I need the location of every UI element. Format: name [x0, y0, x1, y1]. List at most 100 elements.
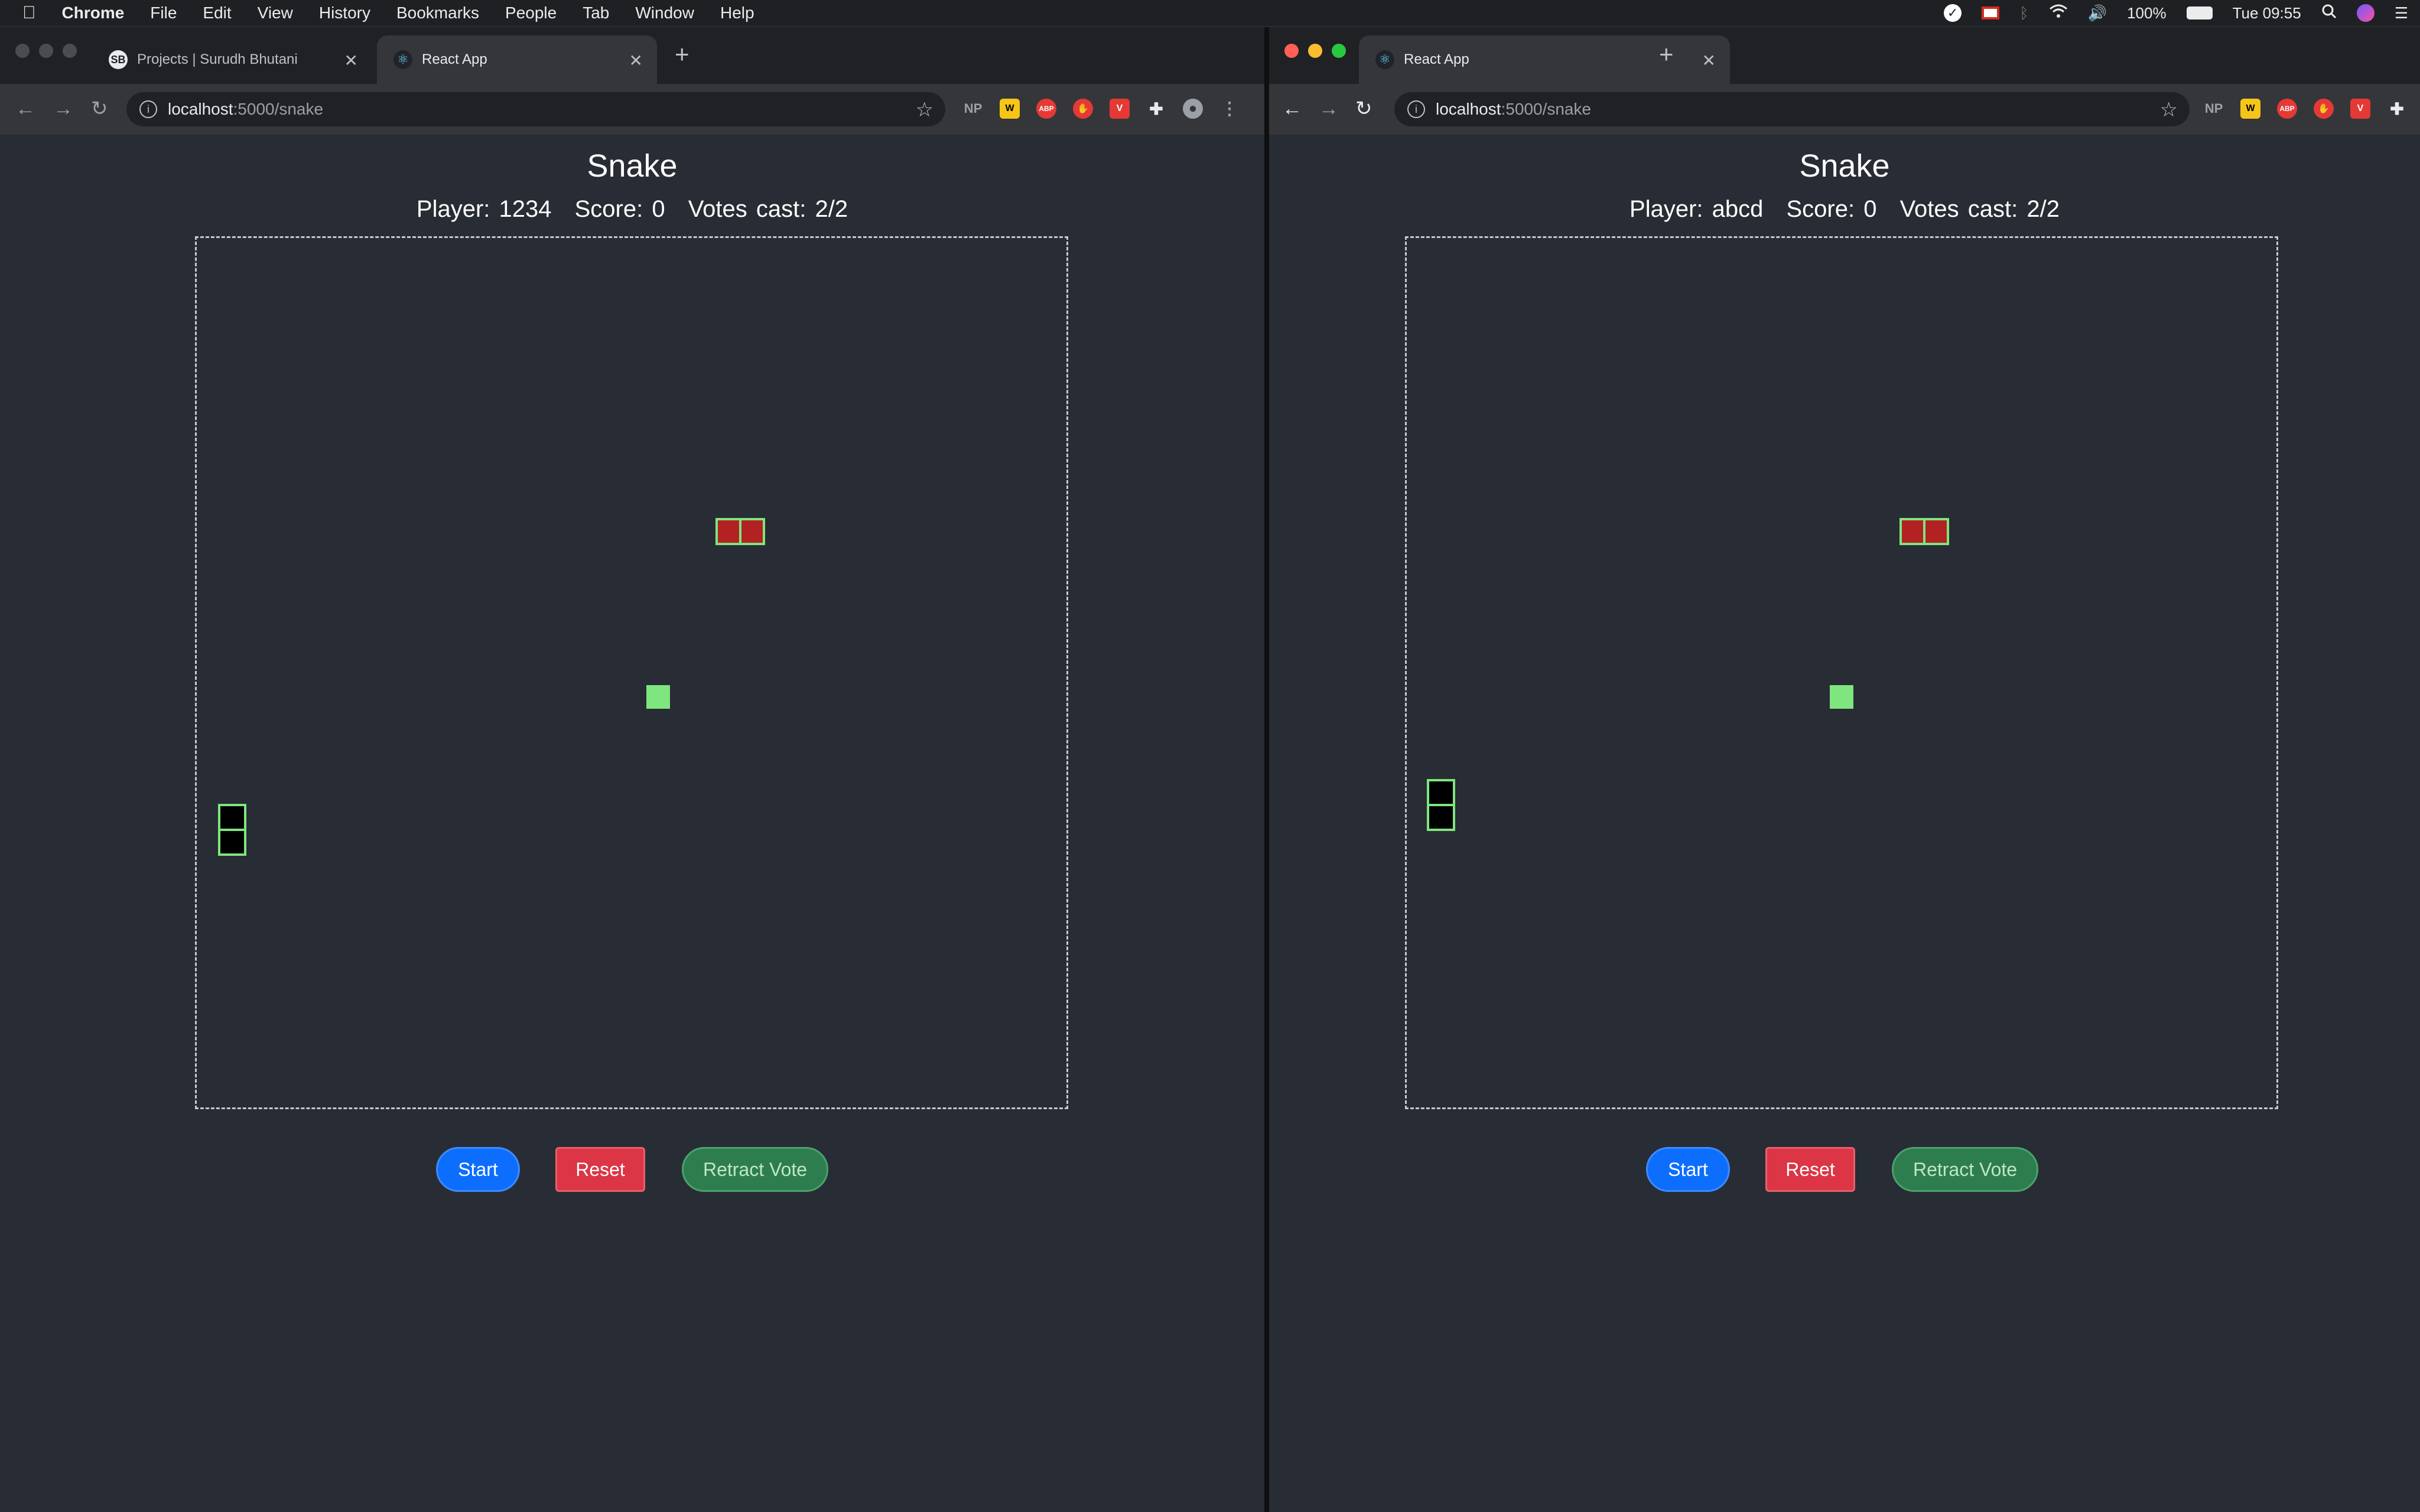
stop-hand-extension-icon[interactable]: ✋ [2314, 99, 2334, 119]
player-label: Player: abcd [1629, 196, 1764, 222]
game-title: Snake [1799, 148, 1890, 184]
reload-icon[interactable]: ↻ [91, 97, 108, 120]
retract-vote-button[interactable]: Retract Vote [682, 1147, 828, 1192]
zoom-window-button[interactable] [1332, 44, 1346, 58]
address-bar[interactable]: i localhost:5000/snake ☆ [1394, 92, 2190, 126]
bookmark-star-icon[interactable]: ☆ [916, 98, 933, 122]
back-arrow-icon[interactable]: ← [1282, 97, 1302, 120]
minimize-window-button[interactable] [1308, 44, 1322, 58]
bookmark-star-icon[interactable]: ☆ [2160, 98, 2178, 122]
profile-avatar-icon[interactable]: ● [1183, 99, 1203, 119]
score-label: Score: 0 [1786, 196, 1877, 222]
tab-label: React App [422, 51, 487, 67]
v-extension-icon[interactable]: V [2350, 99, 2370, 119]
menu-help[interactable]: Help [720, 4, 754, 22]
back-arrow-icon[interactable]: ← [15, 97, 35, 120]
notification-center-icon[interactable]: ☰ [2395, 4, 2408, 22]
react-favicon-icon: ⚛ [393, 50, 412, 69]
score-label: Score: 0 [574, 196, 665, 222]
tab-strip: SB Projects | Surudh Bhutani ✕ ⚛ React A… [0, 27, 1264, 84]
red-apple-cell [739, 518, 765, 545]
v-extension-icon[interactable]: V [1110, 99, 1130, 119]
clock[interactable]: Tue 09:55 [2233, 4, 2301, 22]
new-tab-button[interactable]: + [675, 42, 689, 67]
snake-segment [218, 829, 246, 856]
zoom-window-button[interactable] [63, 44, 77, 58]
chrome-menu-icon[interactable]: ⋮ [1219, 99, 1240, 119]
tab-react-app[interactable]: ⚛ React App ✕ [377, 35, 657, 84]
game-board[interactable] [1405, 236, 2278, 1109]
menu-view[interactable]: View [258, 4, 293, 22]
new-tab-button[interactable]: + [1659, 42, 1674, 67]
np-extension-icon[interactable]: NP [963, 99, 983, 119]
forward-arrow-icon[interactable]: → [53, 97, 73, 120]
start-button[interactable]: Start [436, 1147, 520, 1192]
apple-icon[interactable]:  [22, 3, 36, 23]
w-extension-icon[interactable]: W [1000, 99, 1020, 119]
snake-segment [1427, 779, 1455, 806]
menu-app-name[interactable]: Chrome [62, 4, 125, 22]
puzzle-extensions-icon[interactable]: ✚ [2387, 99, 2407, 119]
close-tab-icon[interactable]: ✕ [344, 51, 358, 70]
minimize-window-button[interactable] [39, 44, 53, 58]
close-tab-icon[interactable]: ✕ [629, 51, 643, 70]
browser-toolbar: ← → ↻ i localhost:5000/snake ☆ NP W ABP … [1269, 84, 2420, 135]
votes-label: Votes cast: 2/2 [1899, 196, 2060, 222]
window-divider [1264, 27, 1269, 1512]
tab-label: React App [1404, 51, 1469, 67]
info-icon[interactable]: i [1407, 100, 1425, 118]
game-stats: Player: abcd Score: 0 Votes cast: 2/2 [1269, 196, 2420, 223]
close-window-button[interactable] [15, 44, 30, 58]
tab-react-app[interactable]: ⚛ React App ✕ [1359, 35, 1730, 84]
reset-button[interactable]: Reset [1765, 1147, 1855, 1192]
red-apple-cell [1899, 518, 1925, 545]
close-tab-icon[interactable]: ✕ [1702, 51, 1716, 70]
volume-icon[interactable]: 🔊 [2088, 4, 2107, 22]
stop-hand-extension-icon[interactable]: ✋ [1073, 99, 1093, 119]
adblock-plus-icon[interactable]: ABP [2277, 99, 2297, 119]
adblock-plus-icon[interactable]: ABP [1036, 99, 1056, 119]
puzzle-extensions-icon[interactable]: ✚ [1146, 99, 1166, 119]
w-extension-icon[interactable]: W [2240, 99, 2260, 119]
red-apple-cell [715, 518, 741, 545]
info-icon[interactable]: i [139, 100, 157, 118]
snake-segment [1427, 804, 1455, 831]
tab-projects[interactable]: SB Projects | Surudh Bhutani ✕ [92, 35, 372, 84]
extensions-area: NP W ABP ✋ V ✚ ● ⋮ [963, 98, 1240, 119]
reset-button[interactable]: Reset [555, 1147, 645, 1192]
food-pellet [1830, 685, 1853, 709]
url-host: localhost [1436, 100, 1501, 118]
game-board[interactable] [195, 236, 1068, 1109]
player-label: Player: 1234 [416, 196, 552, 222]
start-button[interactable]: Start [1646, 1147, 1730, 1192]
menu-edit[interactable]: Edit [203, 4, 231, 22]
bluetooth-icon[interactable]: ᛒ [2019, 4, 2029, 22]
window-controls [1284, 44, 1346, 58]
url-path: :5000/snake [1501, 100, 1592, 118]
flag-status-icon[interactable] [1982, 6, 2000, 19]
spotlight-search-icon[interactable] [2321, 4, 2337, 23]
siri-icon[interactable] [2356, 4, 2375, 22]
retract-vote-button[interactable]: Retract Vote [1892, 1147, 2038, 1192]
forward-arrow-icon[interactable]: → [1319, 97, 1339, 120]
menu-people[interactable]: People [505, 4, 557, 22]
red-apple-cell [1923, 518, 1949, 545]
np-extension-icon[interactable]: NP [2204, 99, 2224, 119]
menu-tab[interactable]: Tab [583, 4, 609, 22]
menu-bookmarks[interactable]: Bookmarks [396, 4, 479, 22]
checkmark-status-icon[interactable]: ✓ [1944, 4, 1962, 22]
menu-history[interactable]: History [319, 4, 370, 22]
menu-window[interactable]: Window [635, 4, 694, 22]
reload-icon[interactable]: ↻ [1355, 97, 1372, 120]
votes-label: Votes cast: 2/2 [688, 196, 848, 222]
battery-percent[interactable]: 100% [2127, 4, 2167, 22]
page-content: Snake Player: 1234 Score: 0 Votes cast: … [0, 135, 1264, 1512]
browser-window-left: SB Projects | Surudh Bhutani ✕ ⚛ React A… [0, 27, 1264, 1512]
food-pellet [646, 685, 670, 709]
close-window-button[interactable] [1284, 44, 1299, 58]
battery-icon[interactable] [2186, 6, 2213, 19]
address-bar[interactable]: i localhost:5000/snake ☆ [126, 92, 945, 126]
menu-file[interactable]: File [150, 4, 177, 22]
wifi-icon[interactable] [2049, 4, 2068, 23]
browser-window-right: ⚛ React App ✕ + ← → ↻ i localhost:5000/s… [1269, 27, 2420, 1512]
